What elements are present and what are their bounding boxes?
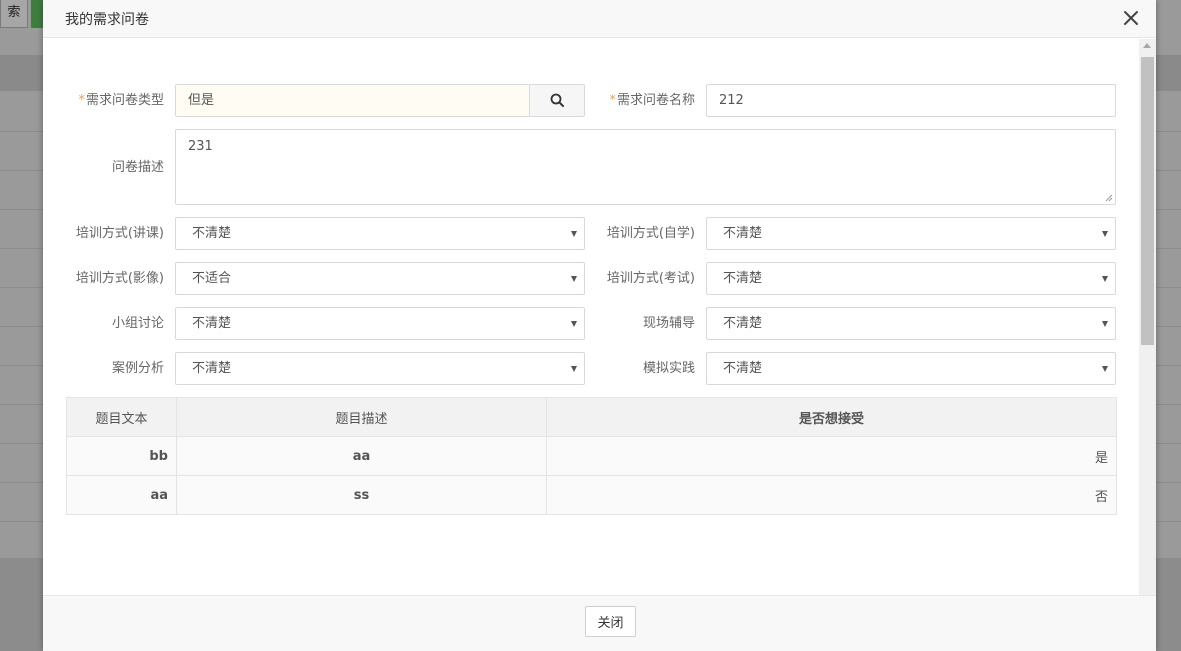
survey-modal: 我的需求问卷 *需求问卷类型 但是 *需求问卷名称 212 问卷描述 231 培… <box>43 0 1156 651</box>
vertical-scrollbar[interactable] <box>1139 39 1156 595</box>
caret-down-icon <box>1102 276 1108 282</box>
case-analysis-select[interactable]: 不清楚 <box>175 352 585 385</box>
scroll-thumb[interactable] <box>1141 57 1154 345</box>
modal-header: 我的需求问卷 <box>43 0 1156 38</box>
select-label: 培训方式(考试) <box>606 271 695 286</box>
select-label: 小组讨论 <box>111 316 164 331</box>
table-header-row: 题目文本 题目描述 是否想接受 <box>66 397 1117 437</box>
caret-down-icon <box>571 321 577 327</box>
simulation-practice-select[interactable]: 不清楚 <box>706 352 1116 385</box>
table-cell: aa <box>66 475 177 515</box>
background-search-button[interactable]: 索 <box>0 0 28 28</box>
select-value: 不清楚 <box>192 361 232 376</box>
onsite-coaching-select[interactable]: 不清楚 <box>706 307 1116 340</box>
caret-down-icon <box>1102 231 1108 237</box>
select-value: 不清楚 <box>723 226 763 241</box>
caret-down-icon <box>571 276 577 282</box>
table-row[interactable]: aa ss 否 <box>66 475 1117 515</box>
select-value: 不清楚 <box>192 226 232 241</box>
select-value: 不清楚 <box>192 316 232 331</box>
training-video-select[interactable]: 不适合 <box>175 262 585 295</box>
survey-name-input[interactable]: 212 <box>706 84 1116 117</box>
table-cell: 是 <box>546 436 1117 476</box>
select-label: 现场辅导 <box>642 316 695 331</box>
survey-type-input[interactable]: 但是 <box>175 84 530 117</box>
select-label: 培训方式(讲课) <box>75 226 164 241</box>
select-value: 不清楚 <box>723 316 763 331</box>
description-textarea[interactable]: 231 <box>175 129 1116 205</box>
column-header[interactable]: 是否想接受 <box>546 397 1117 437</box>
training-exam-select[interactable]: 不清楚 <box>706 262 1116 295</box>
caret-down-icon <box>1102 321 1108 327</box>
modal-footer: 关闭 <box>43 595 1156 651</box>
select-label: 模拟实践 <box>642 361 695 376</box>
table-cell: ss <box>176 475 547 515</box>
survey-name-label: *需求问卷名称 <box>609 93 695 108</box>
select-value: 不清楚 <box>723 361 763 376</box>
select-label: 培训方式(自学) <box>606 226 695 241</box>
modal-body: *需求问卷类型 但是 *需求问卷名称 212 问卷描述 231 培训方式(讲课)… <box>43 39 1139 595</box>
training-selfstudy-select[interactable]: 不清楚 <box>706 217 1116 250</box>
description-value: 231 <box>188 139 213 154</box>
table-cell: 否 <box>546 475 1117 515</box>
training-lecture-select[interactable]: 不清楚 <box>175 217 585 250</box>
group-discussion-select[interactable]: 不清楚 <box>175 307 585 340</box>
scroll-up-arrow-icon[interactable] <box>1143 43 1151 48</box>
caret-down-icon <box>571 366 577 372</box>
survey-type-label: *需求问卷类型 <box>78 93 164 108</box>
column-header[interactable]: 题目文本 <box>66 397 177 437</box>
caret-down-icon <box>1102 366 1108 372</box>
select-value: 不清楚 <box>723 271 763 286</box>
select-label: 培训方式(影像) <box>75 271 164 286</box>
close-icon[interactable] <box>1120 6 1142 30</box>
table-row[interactable]: bb aa 是 <box>66 436 1117 476</box>
table-cell: bb <box>66 436 177 476</box>
select-value: 不适合 <box>192 271 232 286</box>
table-cell: aa <box>176 436 547 476</box>
search-icon <box>550 93 564 107</box>
select-label: 案例分析 <box>111 361 164 376</box>
survey-type-search-button[interactable] <box>530 84 585 117</box>
modal-title: 我的需求问卷 <box>65 12 149 28</box>
caret-down-icon <box>571 231 577 237</box>
description-label: 问卷描述 <box>111 160 164 175</box>
question-table: 题目文本 题目描述 是否想接受 bb aa 是 aa ss 否 <box>66 397 1117 515</box>
column-header[interactable]: 题目描述 <box>176 397 547 437</box>
close-button[interactable]: 关闭 <box>585 606 636 637</box>
resize-grip-icon[interactable] <box>1105 194 1113 202</box>
